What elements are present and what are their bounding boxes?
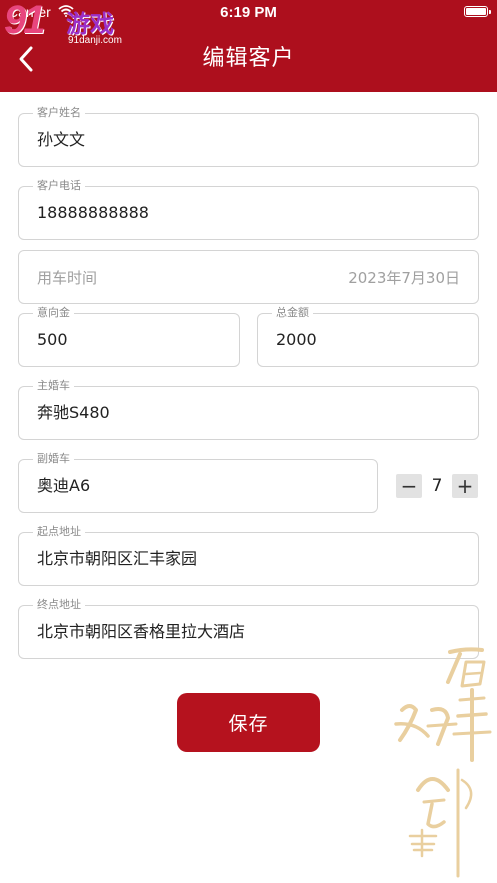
field-value: 2000	[276, 330, 317, 349]
watermark-number: 91	[4, 0, 45, 42]
car-time-picker[interactable]: 用车时间 2023年7月30日	[18, 250, 479, 304]
field-value: 北京市朝阳区汇丰家园	[37, 549, 198, 568]
start-address-field[interactable]: 起点地址 北京市朝阳区汇丰家园	[18, 525, 479, 586]
main-car-field[interactable]: 主婚车 奔驰S480	[18, 379, 479, 440]
customer-name-field[interactable]: 客户姓名 孙文文	[18, 106, 479, 167]
decrement-button[interactable]: −	[396, 474, 422, 498]
calligraphy-decoration	[394, 647, 492, 878]
page-title: 编辑客户	[202, 46, 295, 71]
total-amount-field[interactable]: 总金额 2000	[257, 306, 479, 367]
app-header: Carrier 6:19 PM 91 游戏 91danji.com 编辑客户	[0, 0, 497, 92]
increment-button[interactable]: +	[452, 474, 478, 498]
field-value: 奔驰S480	[37, 403, 110, 422]
deposit-field[interactable]: 意向金 500	[18, 306, 240, 367]
customer-phone-field[interactable]: 客户电话 18888888888	[18, 179, 479, 240]
secondary-car-count: 7	[431, 476, 443, 496]
field-value: 18888888888	[37, 203, 149, 222]
field-value: 孙文文	[37, 130, 86, 149]
battery-icon	[464, 6, 491, 17]
watermark-text: 游戏	[66, 10, 114, 38]
field-value: 北京市朝阳区香格里拉大酒店	[37, 622, 246, 641]
car-time-value: 2023年7月30日	[348, 268, 460, 287]
field-value: 500	[37, 330, 68, 349]
secondary-car-field[interactable]: 副婚车 奥迪A6	[18, 452, 378, 513]
field-value: 奥迪A6	[37, 476, 91, 495]
car-time-placeholder: 用车时间	[37, 268, 98, 287]
save-button[interactable]: 保存	[177, 693, 320, 752]
